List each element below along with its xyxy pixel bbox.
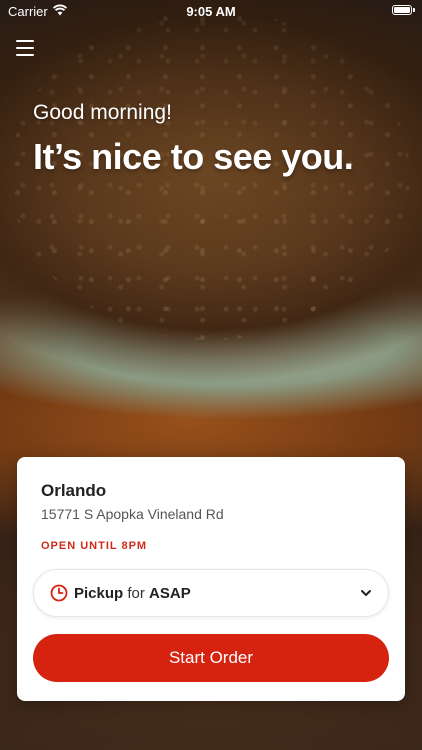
status-time: 9:05 AM [186,4,236,19]
headline-text: It’s nice to see you. [33,136,354,177]
clock-icon [50,584,68,602]
greeting-text: Good morning! [33,101,172,124]
pickup-time-selector[interactable]: Pickup for ASAP [33,569,389,617]
store-card: Orlando 15771 S Apopka Vineland Rd OPEN … [17,457,405,701]
status-bar: Carrier 9:05 AM [0,0,422,22]
pickup-connector: for [127,584,145,602]
hamburger-menu-icon[interactable] [16,40,34,56]
store-hours-badge: OPEN UNTIL 8PM [41,540,148,552]
store-name: Orlando [41,481,107,500]
battery-icon [392,5,415,15]
pickup-time-value: ASAP [149,584,191,602]
order-type-label: Pickup [74,584,124,602]
pickup-label: Pickup for ASAP [74,585,191,602]
chevron-down-icon [361,590,371,596]
start-order-button[interactable]: Start Order [33,634,389,682]
store-address: 15771 S Apopka Vineland Rd [41,506,224,522]
